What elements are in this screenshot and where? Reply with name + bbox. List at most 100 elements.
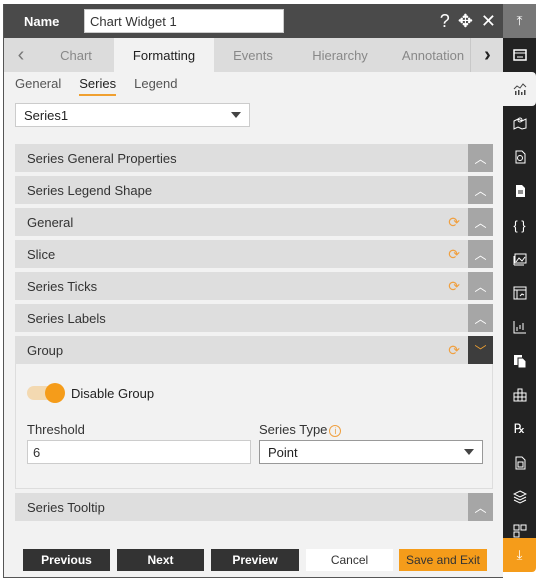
previous-button[interactable]: Previous <box>23 549 110 571</box>
tab-prev-button[interactable]: ‹ <box>4 38 38 72</box>
rx-icon: ℞ <box>513 421 526 436</box>
save-and-exit-button[interactable]: Save and Exit <box>399 549 487 571</box>
image-icon <box>513 253 526 266</box>
sidebar-calendar[interactable] <box>503 276 536 310</box>
sidebar-map[interactable] <box>503 106 536 140</box>
refresh-icon[interactable]: ⟳ <box>448 342 460 359</box>
threshold-input[interactable] <box>27 440 251 464</box>
document-icon <box>515 185 525 197</box>
right-toolbar: ⤒ { } ℞ ⤓ <box>503 4 536 572</box>
chart-icon <box>513 83 526 95</box>
sidebar-report[interactable] <box>503 140 536 174</box>
close-icon[interactable]: ✕ <box>481 10 496 32</box>
calendar-icon <box>513 286 526 300</box>
subtab-legend[interactable]: Legend <box>134 76 177 96</box>
group-section-body: Disable Group Threshold Series Typei Poi… <box>15 364 493 489</box>
series-select[interactable]: Series1 <box>15 103 250 127</box>
help-icon[interactable]: ? <box>440 10 450 32</box>
section-series-general-properties[interactable]: Series General Properties ︿ <box>15 144 493 172</box>
section-title: General <box>27 214 74 230</box>
series-type-select[interactable]: Point <box>259 440 483 464</box>
tab-chart[interactable]: Chart <box>38 38 114 72</box>
disable-group-label: Disable Group <box>71 386 155 401</box>
widget-settings-icon <box>512 49 527 61</box>
section-series-labels[interactable]: Series Labels ︿ <box>15 304 493 332</box>
section-general[interactable]: General ⟳ ︿ <box>15 208 493 236</box>
braces-icon: { } <box>513 217 526 233</box>
refresh-icon[interactable]: ⟳ <box>448 246 460 263</box>
section-series-tooltip[interactable]: Series Tooltip ︿ <box>15 493 493 521</box>
tab-events[interactable]: Events <box>214 38 292 72</box>
stock-chart-icon <box>513 321 526 334</box>
section-series-ticks[interactable]: Series Ticks ⟳ ︿ <box>15 272 493 300</box>
sidebar-rx[interactable]: ℞ <box>503 412 536 446</box>
scroll-bottom-button[interactable]: ⤓ <box>503 538 536 572</box>
threshold-label: Threshold <box>27 422 85 437</box>
chevron-up-icon[interactable]: ︿ <box>468 176 493 204</box>
sidebar-script[interactable]: { } <box>503 208 536 242</box>
toggle-knob <box>45 383 65 403</box>
refresh-icon[interactable]: ⟳ <box>448 278 460 295</box>
tab-next-button[interactable]: › <box>470 38 504 72</box>
chevron-down-icon <box>464 449 474 455</box>
scroll-top-button[interactable]: ⤒ <box>503 4 536 38</box>
section-group[interactable]: Group ⟳ ﹀ <box>15 336 493 364</box>
cancel-button[interactable]: Cancel <box>306 549 393 571</box>
sidebar-sheet[interactable] <box>503 446 536 480</box>
series-type-label-text: Series Type <box>259 422 328 437</box>
copy-icon <box>513 355 526 368</box>
next-button[interactable]: Next <box>117 549 204 571</box>
section-title: Series Ticks <box>27 278 98 294</box>
map-icon <box>513 117 526 130</box>
chevron-up-icon[interactable]: ︿ <box>468 240 493 268</box>
sidebar-document[interactable] <box>503 174 536 208</box>
widget-name-input[interactable] <box>84 9 284 33</box>
tab-bar: ‹ Chart Formatting Events Hierarchy Anno… <box>4 38 504 72</box>
info-icon[interactable]: i <box>329 424 342 437</box>
section-title: Series Legend Shape <box>27 182 153 198</box>
chevron-up-icon[interactable]: ︿ <box>468 272 493 300</box>
chevron-down-icon <box>231 112 241 118</box>
sidebar-copy[interactable] <box>503 344 536 378</box>
chevron-up-icon[interactable]: ︿ <box>468 304 493 332</box>
sidebar-image[interactable] <box>503 242 536 276</box>
chevron-down-icon[interactable]: ﹀ <box>468 336 493 364</box>
chevron-up-icon[interactable]: ︿ <box>468 208 493 236</box>
dashboard-icon <box>513 524 526 538</box>
tab-annotation[interactable]: Annotation <box>388 38 478 72</box>
sidebar-chart[interactable] <box>503 72 536 106</box>
section-title: Series General Properties <box>27 150 177 166</box>
preview-button[interactable]: Preview <box>211 549 299 571</box>
tab-hierarchy[interactable]: Hierarchy <box>292 38 388 72</box>
section-slice[interactable]: Slice ⟳ ︿ <box>15 240 493 268</box>
sidebar-widget-settings[interactable] <box>503 38 536 72</box>
report-icon <box>515 150 525 164</box>
chevron-up-icon[interactable]: ︿ <box>468 144 493 172</box>
sheet-icon <box>515 456 525 470</box>
series-type-label: Series Type i <box>259 422 342 437</box>
sidebar-layers[interactable] <box>503 480 536 514</box>
arrow-down-to-line-icon: ⤓ <box>516 547 523 562</box>
series-type-value: Point <box>268 444 298 460</box>
properties-panel: Name ? ✥ ✕ ‹ Chart Formatting Events Hie… <box>3 4 504 578</box>
chevron-up-icon[interactable]: ︿ <box>468 493 493 521</box>
sidebar-stock-chart[interactable] <box>503 310 536 344</box>
subtab-general[interactable]: General <box>15 76 61 96</box>
hierarchy-icon <box>513 388 526 402</box>
section-series-legend-shape[interactable]: Series Legend Shape ︿ <box>15 176 493 204</box>
arrow-up-to-line-icon: ⤒ <box>516 13 523 28</box>
refresh-icon[interactable]: ⟳ <box>448 214 460 231</box>
section-title: Series Tooltip <box>27 499 105 515</box>
subtab-series[interactable]: Series <box>79 76 117 96</box>
header-actions: ? ✥ ✕ <box>440 10 496 32</box>
series-select-value: Series1 <box>24 107 69 123</box>
disable-group-toggle[interactable] <box>27 383 65 403</box>
section-title: Series Labels <box>27 310 106 326</box>
panel-header: Name ? ✥ ✕ <box>4 4 504 38</box>
subtab-bar: General Series Legend <box>15 76 178 96</box>
layers-icon <box>512 490 527 504</box>
sidebar-hierarchy[interactable] <box>503 378 536 412</box>
section-title: Group <box>27 342 64 358</box>
move-icon[interactable]: ✥ <box>458 10 473 32</box>
tab-formatting[interactable]: Formatting <box>114 38 214 72</box>
